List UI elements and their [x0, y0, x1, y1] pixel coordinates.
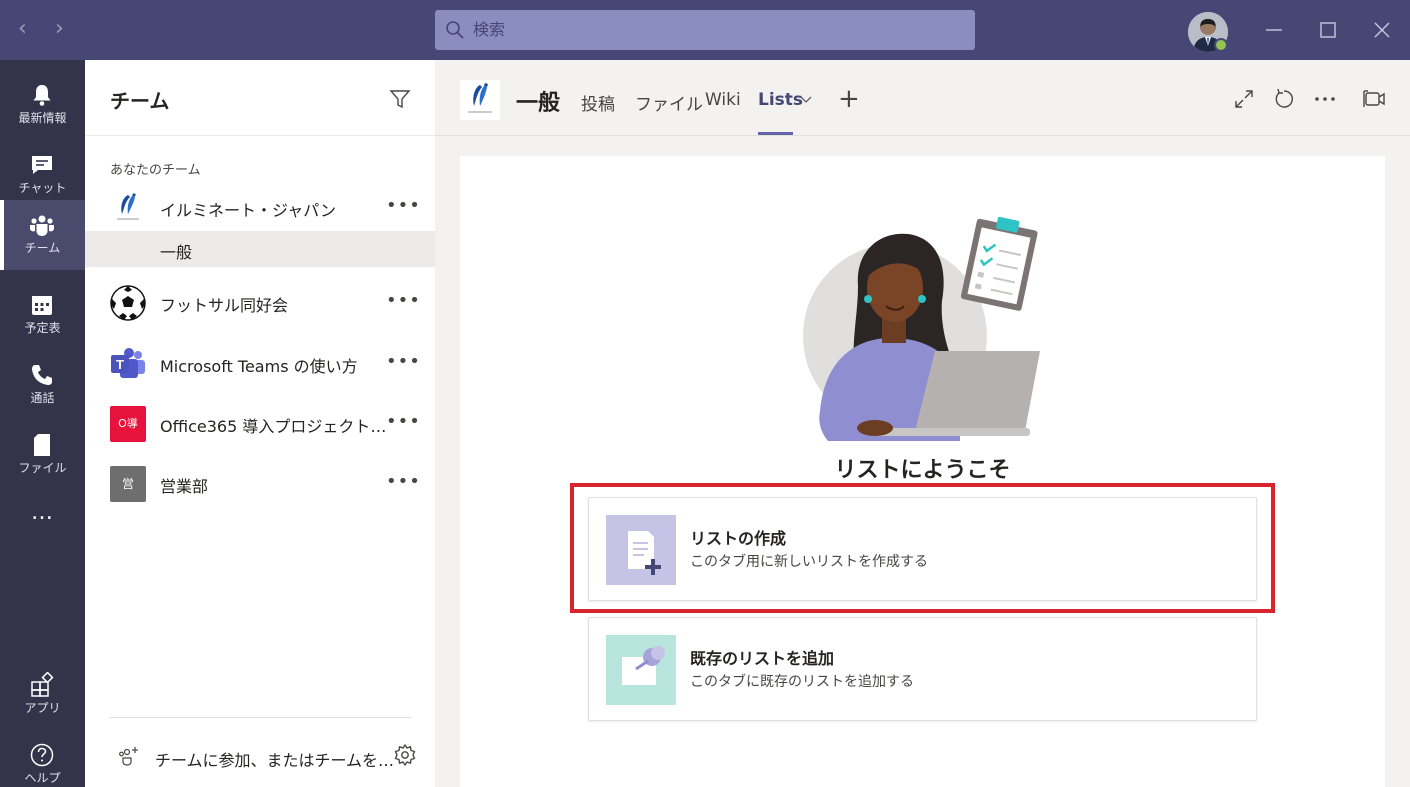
meet-now-icon[interactable] [1363, 88, 1387, 110]
team-row-futsal[interactable]: フットサル同好会 ••• [85, 278, 435, 328]
tab-files[interactable]: ファイル [635, 90, 703, 115]
rail-item-help[interactable]: ヘルプ [0, 730, 85, 787]
panel-title: チーム [110, 89, 170, 113]
add-tab-button[interactable]: + [838, 86, 860, 112]
soccer-ball-icon [110, 285, 146, 321]
maximize-icon[interactable] [1314, 16, 1342, 44]
rail-item-label: アプリ [24, 701, 61, 715]
active-tab-indicator [758, 132, 793, 135]
forward-arrow-icon[interactable]: › [55, 18, 64, 40]
join-team-icon[interactable] [118, 745, 140, 767]
phone-icon [32, 365, 52, 385]
channel-name: 一般 [160, 243, 193, 262]
bell-icon [33, 85, 51, 106]
back-arrow-icon[interactable]: ‹ [18, 18, 27, 40]
rail-item-teams[interactable]: チーム [0, 200, 85, 270]
teams-panel: チーム あなたのチーム イルミネート・ジャパン ••• 一般 フットサル同好会 [85, 60, 435, 787]
file-icon [34, 434, 50, 456]
more-options-icon[interactable]: ••• [386, 411, 421, 432]
rail-item-calendar[interactable]: 予定表 [0, 280, 85, 350]
chat-icon [32, 156, 52, 174]
welcome-illustration [803, 216, 1040, 441]
rail-item-calls[interactable]: 通話 [0, 350, 85, 420]
svg-text:T: T [116, 357, 124, 372]
existing-list-icon [606, 635, 676, 705]
panel-divider [85, 135, 435, 136]
refresh-icon[interactable] [1273, 88, 1295, 110]
help-icon [30, 743, 54, 767]
rail-item-label: 通話 [30, 391, 55, 405]
rail-item-label: チーム [24, 241, 61, 255]
join-or-create-team-link[interactable]: チームに参加、またはチームを… [155, 747, 394, 771]
microsoft-teams-logo-icon: T [111, 348, 145, 378]
channel-header: 一般 投稿 ファイル Wiki Lists + [435, 60, 1410, 136]
lists-welcome-pane: リストにようこそ リストの作成 このタブ用に新しいリストを作成する 既存のリスト… [460, 156, 1385, 787]
more-options-icon[interactable] [1313, 88, 1337, 110]
team-row-teams-howto[interactable]: T Microsoft Teams の使い方 ••• [85, 339, 435, 389]
team-name: Microsoft Teams の使い方 [160, 357, 358, 376]
filter-icon[interactable] [389, 88, 411, 110]
team-avatar-icon: 営 [110, 466, 146, 502]
more-options-icon[interactable]: ••• [386, 195, 421, 216]
team-row-illuminate[interactable]: イルミネート・ジャパン ••• [85, 183, 435, 233]
card-title: 既存のリストを追加 [690, 649, 835, 668]
rail-more-button[interactable]: … [0, 490, 85, 540]
gear-icon[interactable] [393, 743, 417, 767]
tab-lists[interactable]: Lists [758, 90, 803, 110]
rail-item-label: ファイル [18, 461, 67, 475]
rail-item-label: 最新情報 [18, 111, 67, 125]
card-description: このタブに既存のリストを追加する [690, 674, 914, 690]
presence-badge [1214, 38, 1228, 52]
section-label: あなたのチーム [110, 163, 201, 178]
more-options-icon[interactable]: ••• [386, 351, 421, 372]
rail-item-files[interactable]: ファイル [0, 420, 85, 490]
team-row-office365[interactable]: O導 Office365 導入プロジェクト… ••• [85, 399, 435, 449]
minimize-icon[interactable] [1260, 16, 1288, 44]
team-row-sales[interactable]: 営 営業部 ••• [85, 459, 435, 509]
tab-posts[interactable]: 投稿 [581, 90, 615, 115]
highlight-box [570, 483, 1275, 613]
channel-row-general[interactable]: 一般 [85, 231, 435, 267]
rail-item-label: 予定表 [24, 321, 61, 335]
team-name: 営業部 [160, 477, 209, 496]
rail-item-label: ヘルプ [24, 771, 61, 785]
team-name: フットサル同好会 [160, 296, 289, 315]
rail-item-label: チャット [18, 181, 67, 195]
rail-item-apps[interactable]: アプリ [0, 660, 85, 730]
more-options-icon[interactable]: ••• [386, 290, 421, 311]
close-icon[interactable] [1368, 16, 1396, 44]
calendar-icon [32, 296, 52, 315]
team-logo-icon [110, 190, 146, 226]
app-rail: 最新情報 チャット チーム 予定表 通話 ファイル … アプリ ヘルプ [0, 60, 85, 787]
more-icon: … [31, 500, 54, 525]
footer-divider [110, 717, 411, 718]
teams-icon [30, 215, 54, 236]
welcome-title: リストにようこそ [834, 458, 1011, 483]
tab-wiki[interactable]: Wiki [705, 90, 741, 110]
search-placeholder: 検索 [473, 20, 506, 39]
add-existing-list-card[interactable]: 既存のリストを追加 このタブに既存のリストを追加する [588, 617, 1257, 721]
expand-icon[interactable] [1233, 88, 1255, 110]
title-bar: ‹ › 検索 [0, 0, 1410, 60]
search-input[interactable]: 検索 [435, 10, 975, 50]
team-name: イルミネート・ジャパン [160, 201, 337, 220]
rail-item-activity[interactable]: 最新情報 [0, 70, 85, 140]
search-icon [446, 21, 464, 39]
chevron-down-icon[interactable] [800, 95, 812, 105]
more-options-icon[interactable]: ••• [386, 471, 421, 492]
channel-title: 一般 [516, 91, 561, 116]
team-name: Office365 導入プロジェクト… [160, 417, 387, 436]
team-logo-icon [460, 80, 500, 120]
team-avatar-icon: O導 [110, 406, 146, 442]
apps-icon [31, 672, 54, 697]
